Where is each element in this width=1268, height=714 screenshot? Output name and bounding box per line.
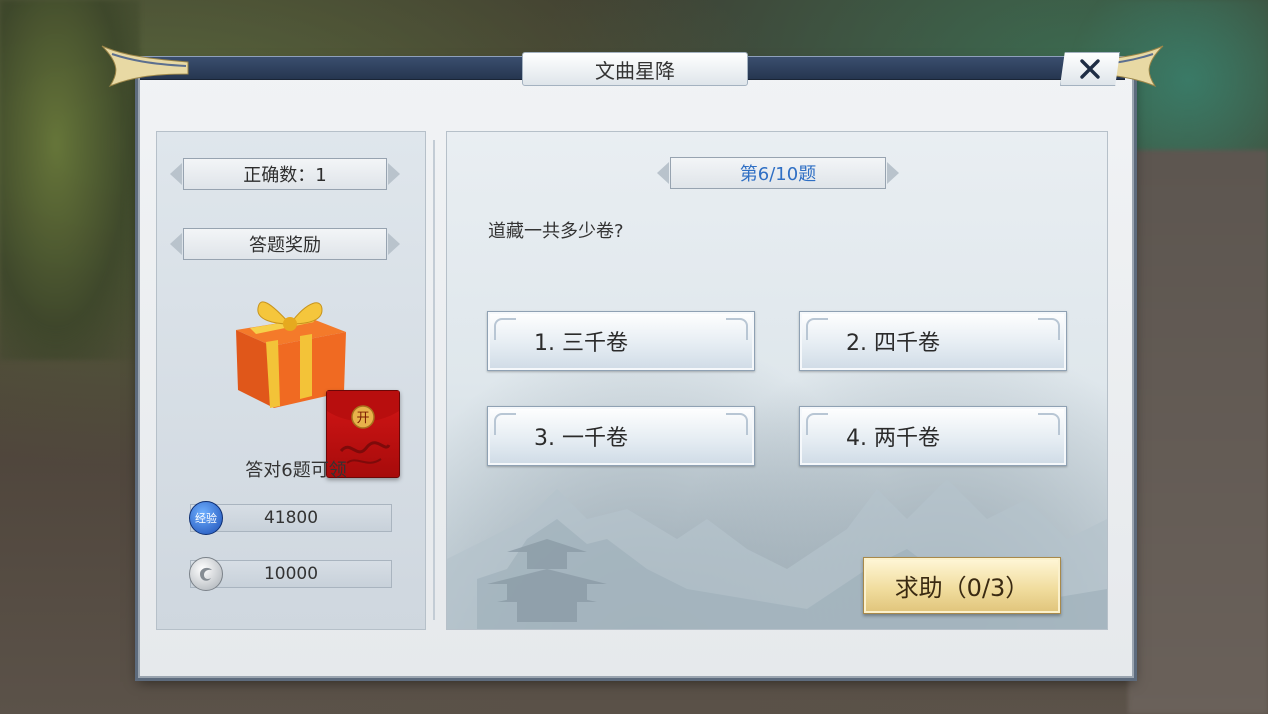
question-progress: 第6/10题: [657, 157, 899, 189]
answer-option-label: 1. 三千卷: [534, 331, 628, 356]
reward-condition-text: 答对6题可领: [245, 460, 347, 481]
answer-option-label: 4. 两千卷: [846, 426, 940, 451]
exp-reward-value: 41800: [263, 508, 319, 528]
correct-count-label: 正确数：1: [170, 158, 400, 190]
answer-option-label: 2. 四千卷: [846, 331, 940, 356]
dialog-title: 文曲星降: [522, 52, 748, 86]
close-button[interactable]: [1060, 52, 1120, 86]
exp-reward-row: 经验 41800: [189, 501, 392, 535]
panel-divider: [433, 140, 435, 620]
reward-header: 答题奖励: [170, 228, 400, 260]
answer-option-4[interactable]: 4. 两千卷: [799, 406, 1067, 466]
background-road: [1128, 150, 1268, 714]
answer-option-3[interactable]: 3. 一千卷: [487, 406, 755, 466]
answer-option-label: 3. 一千卷: [534, 426, 628, 451]
question-panel: [446, 131, 1108, 630]
red-packet-char: 开: [356, 411, 369, 426]
close-icon: [1080, 59, 1100, 79]
question-text: 道藏一共多少卷?: [488, 221, 624, 242]
help-button[interactable]: 求助（0/3）: [863, 557, 1061, 614]
answer-option-1[interactable]: 1. 三千卷: [487, 311, 755, 371]
silver-reward-row: 10000: [189, 557, 392, 591]
left-wing-ornament: [101, 45, 189, 88]
silver-reward-value: 10000: [263, 564, 319, 584]
dialog-title-bar: 文曲星降: [100, 44, 1165, 88]
answer-option-2[interactable]: 2. 四千卷: [799, 311, 1067, 371]
